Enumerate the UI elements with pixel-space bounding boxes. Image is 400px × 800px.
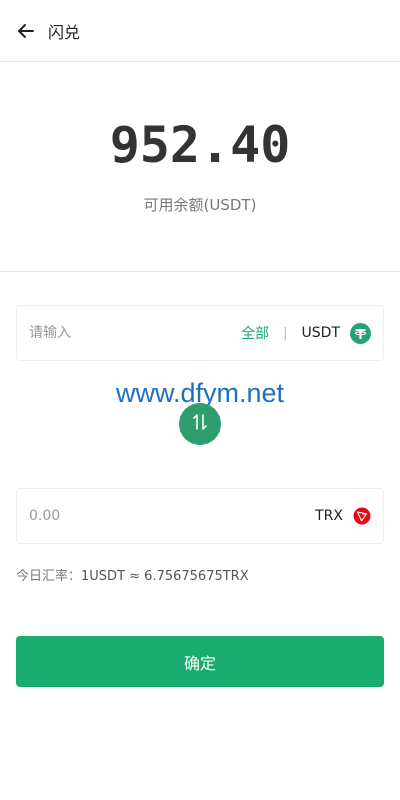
swap-arrows-icon <box>192 413 208 435</box>
to-amount-box: 0.00 TRX <box>16 488 384 544</box>
balance-section: 952.40 可用余额(USDT) <box>0 62 400 272</box>
page-title: 闪兑 <box>48 22 81 42</box>
swap-button[interactable] <box>179 403 221 445</box>
from-amount-input[interactable] <box>29 325 242 341</box>
exchange-rate-label: 今日汇率： <box>16 569 82 584</box>
confirm-button[interactable]: 确定 <box>16 636 384 687</box>
trx-tron-icon <box>353 507 371 525</box>
all-amount-button[interactable]: 全部 <box>241 323 269 343</box>
to-amount-value: 0.00 <box>29 508 61 524</box>
available-balance-label: 可用余额(USDT) <box>143 196 257 214</box>
exchange-rate: 今日汇率：1USDT ≈ 6.75675675TRX <box>16 565 249 584</box>
divider: | <box>283 325 288 341</box>
from-currency-label: USDT <box>301 325 340 341</box>
exchange-rate-value: 1USDT ≈ 6.75675675TRX <box>81 569 249 584</box>
to-currency-label: TRX <box>315 508 343 524</box>
usdt-tether-icon <box>350 322 371 344</box>
arrow-left-icon[interactable] <box>16 21 36 41</box>
header-bar: 闪兑 <box>0 0 400 62</box>
flash-exchange-page: 闪兑 952.40 可用余额(USDT) 全部 | USDT www.dfym.… <box>0 0 400 800</box>
available-balance-value: 952.40 <box>109 116 291 174</box>
from-amount-box: 全部 | USDT <box>16 305 384 361</box>
